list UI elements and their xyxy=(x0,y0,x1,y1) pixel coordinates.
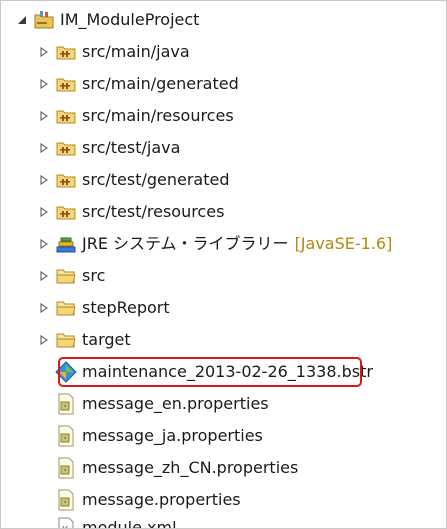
java-project-icon xyxy=(33,9,55,31)
bstr-file-icon xyxy=(55,361,77,383)
source-folder-icon xyxy=(55,201,77,223)
tree-item-bstr-file[interactable]: maintenance_2013-02-26_1338.bstr xyxy=(55,359,373,385)
tree-item-src-test-resources[interactable]: src/test/resources xyxy=(37,199,224,225)
source-folder-icon xyxy=(55,169,77,191)
collapsed-arrow-icon[interactable] xyxy=(37,263,51,289)
tree-item-label: src/main/generated xyxy=(82,74,239,93)
tree-item-src-test-generated[interactable]: src/test/generated xyxy=(37,167,230,193)
folder-icon xyxy=(55,329,77,351)
tree-item-label: stepReport xyxy=(82,298,170,317)
tree-item-label: src/test/generated xyxy=(82,170,230,189)
tree-item-label: target xyxy=(82,330,131,349)
tree-item-label: src xyxy=(82,266,106,285)
tree-item-decoration: [JavaSE-1.6] xyxy=(294,234,393,253)
source-folder-icon xyxy=(55,137,77,159)
collapsed-arrow-icon[interactable] xyxy=(37,39,51,65)
collapsed-arrow-icon[interactable] xyxy=(37,167,51,193)
properties-file-icon xyxy=(55,393,77,415)
collapsed-arrow-icon[interactable] xyxy=(37,231,51,257)
svg-text:X: X xyxy=(62,525,69,529)
tree-item-label: src/main/resources xyxy=(82,106,234,125)
collapsed-arrow-icon[interactable] xyxy=(37,199,51,225)
source-folder-icon xyxy=(55,41,77,63)
collapsed-arrow-icon[interactable] xyxy=(37,71,51,97)
properties-file-icon xyxy=(55,425,77,447)
package-explorer-tree: IM_ModuleProject src/main/java src/main/… xyxy=(0,0,447,529)
tree-item-label: message_en.properties xyxy=(82,394,269,413)
tree-item-project[interactable]: IM_ModuleProject xyxy=(15,7,199,33)
tree-item-target[interactable]: target xyxy=(37,327,131,353)
source-folder-icon xyxy=(55,73,77,95)
tree-item-message-en[interactable]: message_en.properties xyxy=(55,391,269,417)
collapsed-arrow-icon[interactable] xyxy=(37,295,51,321)
tree-item-label: src/test/resources xyxy=(82,202,225,221)
tree-item-label: JRE システム・ライブラリー xyxy=(82,234,289,253)
library-icon xyxy=(55,233,77,255)
tree-item-label: IM_ModuleProject xyxy=(60,10,200,29)
folder-icon xyxy=(55,297,77,319)
tree-item-label: message.properties xyxy=(82,490,241,509)
expanded-arrow-icon[interactable] xyxy=(15,7,29,33)
xml-file-icon: X xyxy=(55,517,77,529)
tree-item-src-main-resources[interactable]: src/main/resources xyxy=(37,103,234,129)
source-folder-icon xyxy=(55,105,77,127)
properties-file-icon xyxy=(55,457,77,479)
tree-item-src-main-java[interactable]: src/main/java xyxy=(37,39,190,65)
tree-item-label: message_zh_CN.properties xyxy=(82,458,299,477)
collapsed-arrow-icon[interactable] xyxy=(37,327,51,353)
tree-item-module-xml[interactable]: X module.xml xyxy=(55,515,177,529)
tree-item-stepreport[interactable]: stepReport xyxy=(37,295,170,321)
tree-item-label: maintenance_2013-02-26_1338.bstr xyxy=(82,362,373,381)
tree-item-src-main-generated[interactable]: src/main/generated xyxy=(37,71,239,97)
properties-file-icon xyxy=(55,489,77,511)
collapsed-arrow-icon[interactable] xyxy=(37,103,51,129)
tree-item-message-ja[interactable]: message_ja.properties xyxy=(55,423,263,449)
tree-item-label: src/test/java xyxy=(82,138,181,157)
tree-item-jre-library[interactable]: JRE システム・ライブラリー [JavaSE-1.6] xyxy=(37,231,392,257)
tree-item-src[interactable]: src xyxy=(37,263,105,289)
tree-item-label: message_ja.properties xyxy=(82,426,263,445)
tree-item-message-zh-cn[interactable]: message_zh_CN.properties xyxy=(55,455,298,481)
tree-item-label: src/main/java xyxy=(82,42,190,61)
tree-item-message[interactable]: message.properties xyxy=(55,487,241,513)
folder-icon xyxy=(55,265,77,287)
collapsed-arrow-icon[interactable] xyxy=(37,135,51,161)
tree-item-src-test-java[interactable]: src/test/java xyxy=(37,135,180,161)
tree-item-label: module.xml xyxy=(82,518,177,529)
